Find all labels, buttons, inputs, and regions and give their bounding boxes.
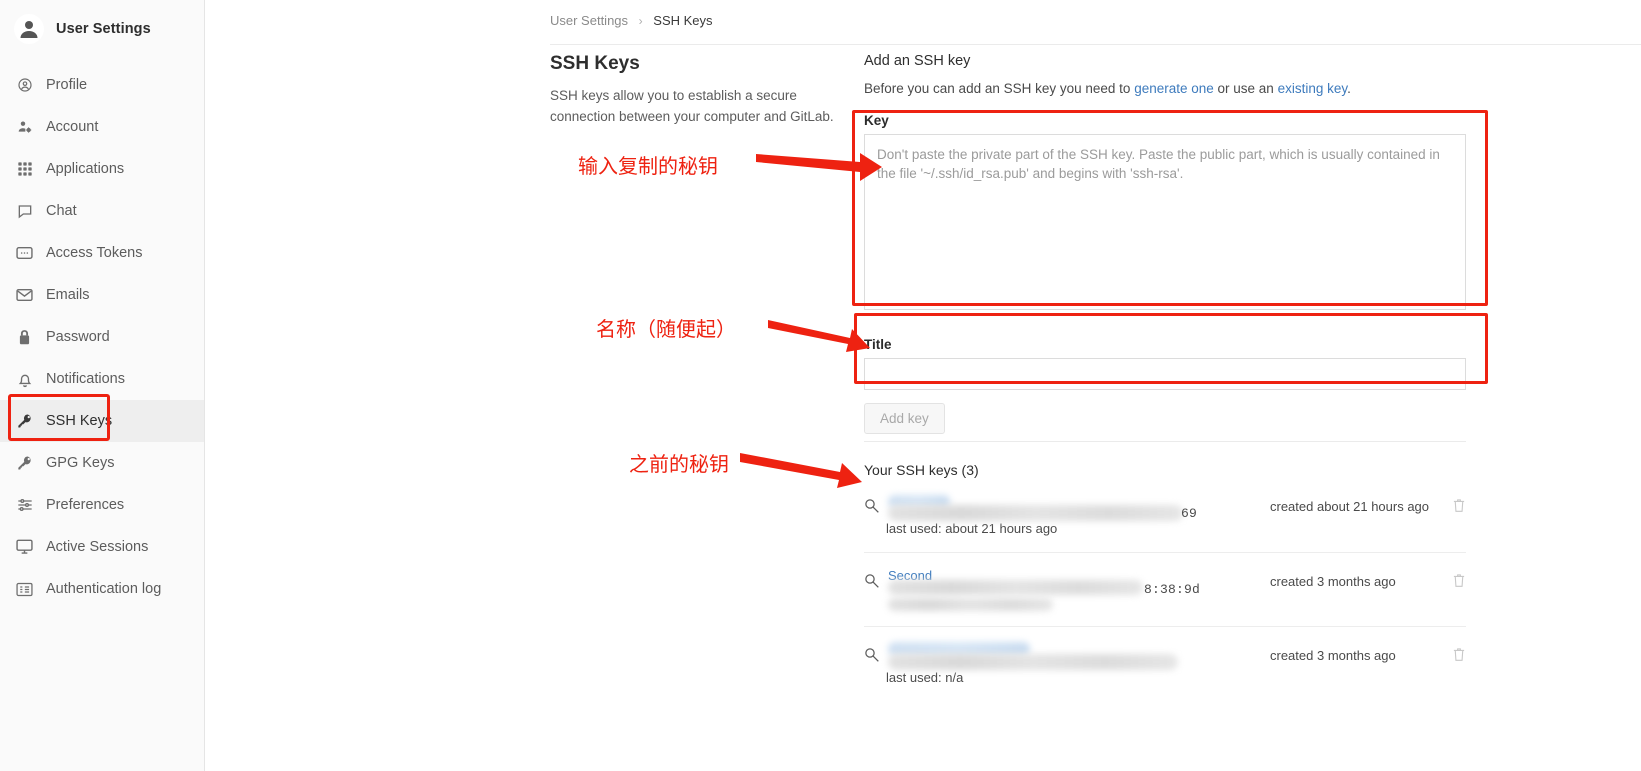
main-content: User Settings › SSH Keys SSH Keys SSH ke… bbox=[205, 0, 1641, 771]
key-icon bbox=[864, 570, 886, 594]
sidebar-item-notifications[interactable]: Notifications bbox=[0, 358, 204, 400]
sidebar-item-label: Preferences bbox=[46, 497, 125, 513]
trash-icon[interactable] bbox=[1440, 495, 1466, 518]
sidebar-item-active-sessions[interactable]: Active Sessions bbox=[0, 526, 204, 568]
key-icon bbox=[864, 644, 886, 668]
title-input[interactable] bbox=[864, 358, 1466, 390]
description-column: SSH Keys SSH keys allow you to establish… bbox=[550, 53, 850, 128]
sidebar-item-label: SSH Keys bbox=[46, 413, 113, 429]
generate-one-link[interactable]: generate one bbox=[1134, 81, 1214, 96]
key-input[interactable] bbox=[864, 134, 1466, 310]
sidebar-item-label: Account bbox=[46, 119, 99, 135]
redaction-overlay bbox=[888, 598, 1053, 611]
sidebar-item-preferences[interactable]: Preferences bbox=[0, 484, 204, 526]
annotation-note-title: 名称（随便起） bbox=[596, 317, 736, 341]
log-list-icon bbox=[16, 581, 33, 598]
user-circle-icon bbox=[16, 77, 33, 94]
envelope-icon bbox=[16, 287, 33, 304]
redaction-overlay bbox=[888, 654, 1178, 670]
grid-apps-icon bbox=[16, 161, 33, 178]
ssh-keys-list-section: Your SSH keys (3) 69 last used: about 21… bbox=[864, 441, 1474, 701]
lock-icon bbox=[16, 329, 33, 346]
sidebar-item-label: Notifications bbox=[46, 371, 125, 387]
key-details: 69 last used: about 21 hours ago bbox=[886, 495, 1270, 536]
bell-icon bbox=[16, 371, 33, 388]
sidebar-header[interactable]: User Settings bbox=[0, 0, 204, 58]
breadcrumb-current: SSH Keys bbox=[653, 13, 713, 28]
sidebar-item-gpg-keys[interactable]: GPG Keys bbox=[0, 442, 204, 484]
sidebar-item-label: Applications bbox=[46, 161, 125, 177]
sidebar-item-label: GPG Keys bbox=[46, 455, 115, 471]
sliders-icon bbox=[16, 497, 33, 514]
key-created: created 3 months ago bbox=[1270, 574, 1396, 589]
user-avatar-icon bbox=[14, 14, 44, 44]
table-row[interactable]: 69 last used: about 21 hours ago created… bbox=[864, 478, 1466, 553]
trash-icon[interactable] bbox=[1440, 644, 1466, 667]
form-intro: Before you can add an SSH key you need t… bbox=[864, 81, 1474, 96]
form-intro-suffix: . bbox=[1347, 81, 1351, 96]
sidebar-item-emails[interactable]: Emails bbox=[0, 274, 204, 316]
page-description: SSH keys allow you to establish a secure… bbox=[550, 88, 834, 124]
key-details: Second 8:38:9d bbox=[886, 568, 1270, 611]
sidebar-item-chat[interactable]: Chat bbox=[0, 190, 204, 232]
monitor-icon bbox=[16, 539, 33, 556]
redaction-overlay bbox=[888, 580, 1143, 595]
sidebar-item-password[interactable]: Password bbox=[0, 316, 204, 358]
form-heading: Add an SSH key bbox=[864, 53, 971, 69]
sidebar-item-label: Active Sessions bbox=[46, 539, 149, 555]
annotation-note-key: 输入复制的秘钥 bbox=[578, 154, 718, 178]
sidebar-item-label: Authentication log bbox=[46, 581, 162, 597]
key-last-used: last used: n/a bbox=[886, 670, 964, 685]
sidebar-item-applications[interactable]: Applications bbox=[0, 148, 204, 190]
sidebar-item-account[interactable]: Account bbox=[0, 106, 204, 148]
key-last-used: last used: about 21 hours ago bbox=[886, 521, 1058, 536]
sidebar: User Settings Profile Account Applicatio… bbox=[0, 0, 205, 771]
breadcrumb-separator: › bbox=[638, 14, 643, 28]
sidebar-item-label: Emails bbox=[46, 287, 90, 303]
breadcrumb: User Settings › SSH Keys bbox=[550, 13, 713, 28]
sidebar-header-title: User Settings bbox=[56, 21, 151, 37]
keys-divider bbox=[864, 441, 1466, 442]
key-icon bbox=[864, 495, 886, 519]
user-gear-icon bbox=[16, 119, 33, 136]
keys-list-heading: Your SSH keys (3) bbox=[864, 462, 979, 478]
key-icon bbox=[16, 413, 33, 430]
redaction-overlay bbox=[888, 505, 1183, 521]
sidebar-item-access-tokens[interactable]: Access Tokens bbox=[0, 232, 204, 274]
add-key-button[interactable]: Add key bbox=[864, 403, 945, 434]
table-row[interactable]: Second 8:38:9d created 3 months ago bbox=[864, 553, 1466, 627]
key-created: created 3 months ago bbox=[1270, 648, 1396, 663]
key-details: last used: n/a bbox=[886, 642, 1270, 685]
page-root: User Settings Profile Account Applicatio… bbox=[0, 0, 1641, 771]
trash-icon[interactable] bbox=[1440, 570, 1466, 593]
sidebar-item-profile[interactable]: Profile bbox=[0, 64, 204, 106]
breadcrumb-parent[interactable]: User Settings bbox=[550, 13, 628, 28]
form-intro-middle: or use an bbox=[1213, 81, 1278, 96]
key-fingerprint: 69 bbox=[1181, 506, 1198, 521]
chat-bubble-icon bbox=[16, 203, 33, 220]
sidebar-item-label: Chat bbox=[46, 203, 77, 219]
page-title: SSH Keys bbox=[550, 53, 640, 74]
sidebar-item-label: Access Tokens bbox=[46, 245, 143, 261]
table-row[interactable]: last used: n/a created 3 months ago bbox=[864, 627, 1466, 701]
add-key-form: Add an SSH key Before you can add an SSH… bbox=[864, 53, 1474, 434]
annotation-note-keys-list: 之前的秘钥 bbox=[629, 452, 729, 476]
key-icon bbox=[16, 455, 33, 472]
token-card-icon bbox=[16, 245, 33, 262]
form-intro-prefix: Before you can add an SSH key you need t… bbox=[864, 81, 1135, 96]
key-created: created about 21 hours ago bbox=[1270, 499, 1430, 514]
sidebar-item-label: Profile bbox=[46, 77, 88, 93]
key-field-label: Key bbox=[864, 113, 889, 128]
sidebar-item-label: Password bbox=[46, 329, 110, 345]
header-divider bbox=[550, 44, 1641, 45]
key-fingerprint: 8:38:9d bbox=[1144, 582, 1201, 597]
existing-key-link[interactable]: existing key bbox=[1278, 81, 1348, 96]
sidebar-nav: Profile Account Applications Chat Access… bbox=[0, 64, 204, 610]
title-field-label: Title bbox=[864, 337, 892, 352]
sidebar-item-ssh-keys[interactable]: SSH Keys bbox=[0, 400, 204, 442]
sidebar-item-authentication-log[interactable]: Authentication log bbox=[0, 568, 204, 610]
